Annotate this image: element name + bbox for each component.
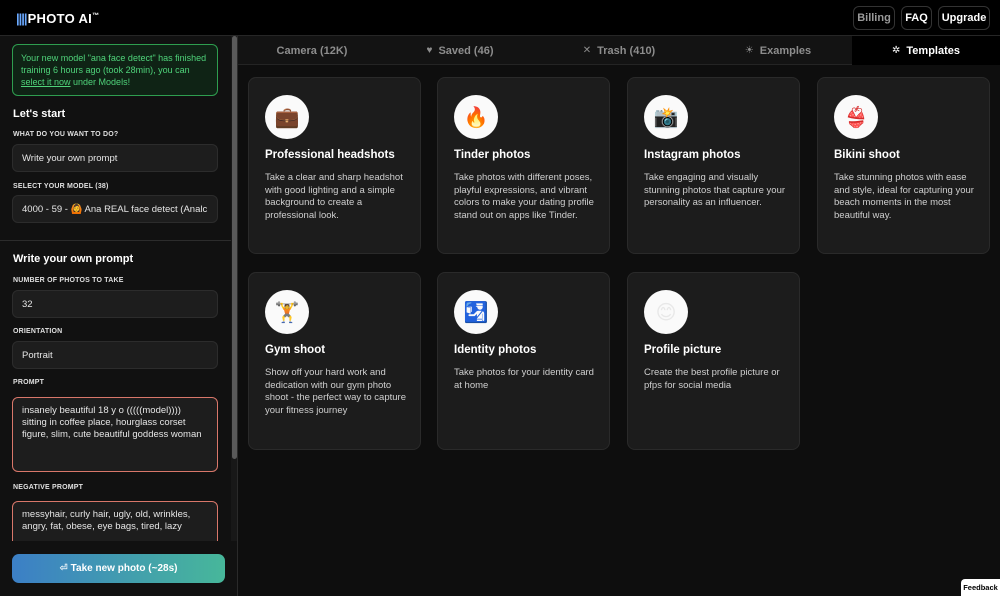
card-title: Professional headshots <box>265 149 395 161</box>
card-description: Take photos with different poses, playfu… <box>454 172 594 222</box>
logo-trademark: ™ <box>92 12 100 20</box>
heart-icon: ♥ <box>426 45 433 56</box>
card-title: Instagram photos <box>644 149 741 161</box>
notice-text-1: Your new model "ana face detect" has fin… <box>21 53 207 75</box>
num-photos-label: NUMBER OF PHOTOS TO TAKE <box>13 277 124 284</box>
tab-examples[interactable]: ☀ Examples <box>704 36 852 65</box>
template-card-bikini-shoot[interactable]: 👙 Bikini shoot Take stunning photos with… <box>817 77 990 254</box>
card-title: Tinder photos <box>454 149 531 161</box>
tab-saved-label: Saved (46) <box>438 44 494 57</box>
what-to-do-select[interactable]: Write your own prompt <box>12 144 218 172</box>
smiley-icon: 😊 <box>644 290 688 334</box>
negative-prompt-label: NEGATIVE PROMPT <box>13 484 84 491</box>
select-model-label: SELECT YOUR MODEL (38) <box>13 183 109 190</box>
camera-flash-icon: 📸 <box>644 95 688 139</box>
tab-saved[interactable]: ♥ Saved (46) <box>386 36 534 65</box>
card-title: Bikini shoot <box>834 149 900 161</box>
card-description: Take a clear and sharp headshot with goo… <box>265 172 403 222</box>
tab-templates-label: Templates <box>906 44 960 57</box>
tab-camera-label: Camera (12K) <box>276 44 348 57</box>
template-card-instagram-photos[interactable]: 📸 Instagram photos Take engaging and vis… <box>627 77 800 254</box>
lets-start-heading: Let's start <box>13 108 66 120</box>
aperture-icon: ✲ <box>892 45 901 56</box>
tab-templates[interactable]: ✲ Templates <box>852 36 1000 65</box>
card-title: Profile picture <box>644 344 722 356</box>
template-card-gym-shoot[interactable]: 🏋 Gym shoot Show off your hard work and … <box>248 272 421 450</box>
orientation-select[interactable]: Portrait <box>12 341 218 369</box>
weightlifter-icon: 🏋 <box>265 290 309 334</box>
sun-icon: ☀ <box>744 45 754 56</box>
prompt-label: PROMPT <box>13 379 45 386</box>
num-photos-input[interactable]: 32 <box>12 290 218 318</box>
card-title: Identity photos <box>454 344 537 356</box>
bikini-icon: 👙 <box>834 95 878 139</box>
template-card-profile-picture[interactable]: 😊 Profile picture Create the best profil… <box>627 272 800 450</box>
take-new-photo-button[interactable]: ⏎ Take new photo (~28s) <box>12 554 225 583</box>
x-icon: ✕ <box>582 45 592 56</box>
card-title: Gym shoot <box>265 344 326 356</box>
what-to-do-label: WHAT DO YOU WANT TO DO? <box>13 131 119 138</box>
prompt-textarea[interactable]: insanely beautiful 18 y o (((((model))))… <box>12 397 218 472</box>
sidebar-divider <box>0 240 232 241</box>
briefcase-icon: 💼 <box>265 95 309 139</box>
template-card-professional-headshots[interactable]: 💼 Professional headshots Take a clear an… <box>248 77 421 254</box>
template-card-identity-photos[interactable]: 🛂 Identity photos Take photos for your i… <box>437 272 610 450</box>
tab-trash-label: Trash (410) <box>597 44 656 57</box>
tab-bar: Camera (12K) ♥ Saved (46) ✕ Trash (410) … <box>238 36 1000 65</box>
model-select[interactable]: 4000 - 59 - 🙆 Ana REAL face detect (Anal… <box>12 195 218 223</box>
notice-text-2: under Models! <box>70 77 131 87</box>
card-description: Take stunning photos with ease and style… <box>834 172 974 222</box>
upgrade-button[interactable]: Upgrade <box>938 6 990 30</box>
card-description: Take photos for your identity card at ho… <box>454 367 594 391</box>
logo-bars: |||| <box>16 11 28 26</box>
logo-text: PHOTO AI <box>27 11 93 26</box>
card-description: Create the best profile picture or pfps … <box>644 367 780 391</box>
logo[interactable]: ||||PHOTO AI™ <box>16 11 99 26</box>
tab-camera[interactable]: Camera (12K) <box>238 36 386 65</box>
passport-control-icon: 🛂 <box>454 290 498 334</box>
feedback-button[interactable]: Feedback <box>961 579 1000 596</box>
write-prompt-heading: Write your own prompt <box>13 253 134 265</box>
tab-examples-label: Examples <box>759 44 812 57</box>
sidebar: Your new model "ana face detect" has fin… <box>0 36 238 596</box>
select-model-link[interactable]: select it now <box>21 77 71 87</box>
tab-trash[interactable]: ✕ Trash (410) <box>534 36 704 65</box>
top-bar: ||||PHOTO AI™ Billing FAQ Upgrade <box>0 0 1000 36</box>
fire-icon: 🔥 <box>454 95 498 139</box>
orientation-label: ORIENTATION <box>13 328 63 335</box>
card-description: Show off your hard work and dedication w… <box>265 367 406 417</box>
training-notice: Your new model "ana face detect" has fin… <box>12 44 218 96</box>
template-card-tinder-photos[interactable]: 🔥 Tinder photos Take photos with differe… <box>437 77 610 254</box>
sidebar-footer: ⏎ Take new photo (~28s) <box>0 541 237 596</box>
card-description: Take engaging and visually stunning phot… <box>644 172 786 209</box>
sidebar-scroll-thumb[interactable] <box>232 36 237 459</box>
billing-button[interactable]: Billing <box>853 6 895 30</box>
faq-button[interactable]: FAQ <box>901 6 932 30</box>
